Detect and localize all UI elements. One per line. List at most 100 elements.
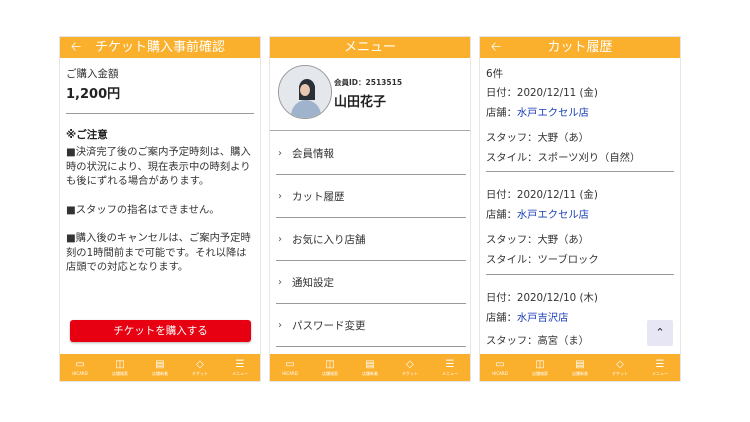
- tab-label: メニュー: [232, 370, 248, 376]
- shop-link[interactable]: 水戸エクセル店: [517, 107, 589, 119]
- back-arrow-icon[interactable]: 🡠: [68, 37, 84, 58]
- tab-label: HICARD: [282, 370, 298, 376]
- menu-item-favorite-stores[interactable]: › お気に入り店舗: [276, 218, 466, 261]
- menu-item-label: 通知設定: [292, 276, 334, 289]
- avatar: [278, 65, 332, 119]
- shop-label: 店舗：: [486, 107, 517, 119]
- tab-label: 店舗検索: [322, 370, 338, 376]
- notice-title: ※ご注意: [66, 129, 108, 141]
- menu-item-label: 会員情報: [292, 147, 334, 160]
- menu-item-label: お気に入り店舗: [292, 233, 366, 246]
- tab-store-search[interactable]: ◫ 店舗検索: [100, 354, 140, 381]
- record-shop-row: 店舗：水戸エクセル店: [486, 205, 676, 225]
- menu-item-password-change[interactable]: › パスワード変更: [276, 304, 466, 347]
- tab-ticket[interactable]: ◇ チケット: [180, 354, 220, 381]
- header-bar: 🡠 チケット購入事前確認: [60, 37, 260, 58]
- ticket-confirm-screen: 🡠 チケット購入事前確認 ご購入金額 1,200円 ※ご注意 ■決済完了後のご案…: [59, 36, 261, 382]
- record-date: 日付：2020/12/10 (木): [486, 292, 598, 304]
- ticket-icon: ◇: [196, 358, 204, 370]
- chevron-up-icon: ⌃: [655, 326, 665, 339]
- chevron-right-icon: ›: [278, 233, 282, 245]
- tab-hicard[interactable]: ▭ HICARD: [60, 354, 100, 381]
- menu-item-member-info[interactable]: › 会員情報: [276, 132, 466, 175]
- ticket-icon: ◇: [616, 358, 624, 370]
- card-icon: ▭: [75, 358, 85, 370]
- tab-store-search[interactable]: ◫ 店舗検索: [520, 354, 560, 381]
- tab-label: チケット: [612, 370, 628, 376]
- record-date: 日付：2020/12/11 (金): [486, 87, 598, 99]
- shop-link[interactable]: 水戸吉沢店: [517, 312, 568, 324]
- page-title: チケット購入事前確認: [94, 40, 225, 55]
- tab-bar: ▭ HICARD ◫ 店舗検索 ▤ 店舗新着 ◇ チケット ☰ メニュー: [60, 354, 260, 381]
- amount-value: 1,200円: [66, 87, 121, 102]
- page-title: カット履歴: [547, 40, 613, 55]
- chevron-right-icon: ›: [278, 276, 282, 288]
- tab-label: 店舗検索: [532, 370, 548, 376]
- chevron-right-icon: ›: [278, 319, 282, 331]
- tab-store-news[interactable]: ▤ 店舗新着: [350, 354, 390, 381]
- chart-icon: ▤: [155, 358, 165, 370]
- amount-label: ご購入金額: [66, 68, 119, 80]
- tab-hicard[interactable]: ▭ HICARD: [480, 354, 520, 381]
- tab-store-news[interactable]: ▤ 店舗新着: [140, 354, 180, 381]
- record-style: スタイル：ツーブロック: [486, 254, 599, 266]
- record-count: 6件: [486, 68, 504, 80]
- tab-label: 店舗検索: [112, 370, 128, 376]
- divider: [270, 130, 470, 131]
- header-bar: メニュー: [270, 37, 470, 58]
- menu-icon: ☰: [445, 358, 455, 370]
- scroll-to-top-button[interactable]: ⌃: [647, 320, 673, 346]
- tab-store-search[interactable]: ◫ 店舗検索: [310, 354, 350, 381]
- record-staff: スタッフ：大野（あ）: [486, 234, 589, 246]
- tab-ticket[interactable]: ◇ チケット: [390, 354, 430, 381]
- back-arrow-icon[interactable]: 🡠: [488, 37, 504, 58]
- history-record: 日付：2020/12/11 (金) 店舗：水戸エクセル店 スタッフ：大野（あ） …: [486, 185, 676, 270]
- member-name: 山田花子: [334, 95, 387, 110]
- divider: [486, 171, 674, 172]
- menu-screen: メニュー 会員ID：2513515 山田花子 › 会員情報 › カット履歴 › お気に…: [269, 36, 471, 382]
- page-title: メニュー: [343, 40, 396, 55]
- notice-paragraph: ■スタッフの指名はできません。: [66, 204, 220, 216]
- tab-label: メニュー: [652, 370, 668, 376]
- tab-label: 店舗新着: [362, 370, 378, 376]
- chart-icon: ▤: [365, 358, 375, 370]
- menu-item-label: カット履歴: [292, 190, 345, 203]
- menu-item-label: パスワード変更: [292, 319, 366, 332]
- chevron-right-icon: ›: [278, 190, 282, 202]
- tab-store-news[interactable]: ▤ 店舗新着: [560, 354, 600, 381]
- tab-label: HICARD: [72, 370, 88, 376]
- tab-bar: ▭ HICARD ◫ 店舗検索 ▤ 店舗新着 ◇ チケット ☰ メニュー: [270, 354, 470, 381]
- shop-link[interactable]: 水戸エクセル店: [517, 209, 589, 221]
- monitor-icon: ◫: [535, 358, 545, 370]
- menu-icon: ☰: [655, 358, 665, 370]
- shop-label: 店舗：: [486, 312, 517, 324]
- card-icon: ▭: [285, 358, 295, 370]
- notice-paragraph: ■決済完了後のご案内予定時刻は、購入時の状況により、現在表示中の時刻よりも後にず…: [66, 146, 251, 187]
- tab-label: チケット: [402, 370, 418, 376]
- tab-label: HICARD: [492, 370, 508, 376]
- tab-hicard[interactable]: ▭ HICARD: [270, 354, 310, 381]
- chart-icon: ▤: [575, 358, 585, 370]
- menu-icon: ☰: [235, 358, 245, 370]
- record-shop-row: 店舗：水戸エクセル店: [486, 103, 676, 123]
- record-date: 日付：2020/12/11 (金): [486, 189, 598, 201]
- tab-label: 店舗新着: [572, 370, 588, 376]
- history-record: 日付：2020/12/11 (金) 店舗：水戸エクセル店 スタッフ：大野（あ） …: [486, 83, 676, 168]
- record-staff: スタッフ：大野（あ）: [486, 132, 589, 144]
- cut-history-screen: 🡠 カット履歴 6件 日付：2020/12/11 (金) 店舗：水戸エクセル店 …: [479, 36, 681, 382]
- tab-menu[interactable]: ☰ メニュー: [430, 354, 470, 381]
- menu-item-cut-history[interactable]: › カット履歴: [276, 175, 466, 218]
- tab-menu[interactable]: ☰ メニュー: [220, 354, 260, 381]
- tab-ticket[interactable]: ◇ チケット: [600, 354, 640, 381]
- menu-item-notification-settings[interactable]: › 通知設定: [276, 261, 466, 304]
- monitor-icon: ◫: [325, 358, 335, 370]
- tab-bar: ▭ HICARD ◫ 店舗検索 ▤ 店舗新着 ◇ チケット ☰ メニュー: [480, 354, 680, 381]
- chevron-right-icon: ›: [278, 147, 282, 159]
- tab-menu[interactable]: ☰ メニュー: [640, 354, 680, 381]
- buy-ticket-button[interactable]: チケットを購入する: [70, 320, 251, 342]
- record-style: スタイル：スポーツ刈り（自然）: [486, 152, 641, 164]
- tab-label: 店舗新着: [152, 370, 168, 376]
- divider: [486, 274, 674, 275]
- shop-label: 店舗：: [486, 209, 517, 221]
- divider: [66, 113, 254, 114]
